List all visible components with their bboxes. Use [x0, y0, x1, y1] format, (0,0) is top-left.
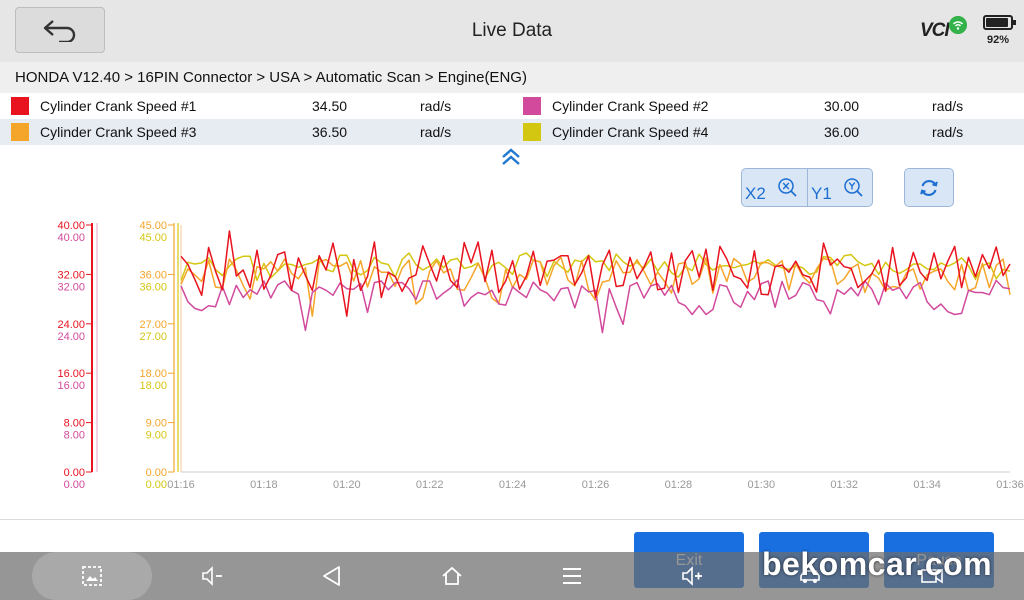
breadcrumb: HONDA V12.40 > 16PIN Connector > USA > A…	[0, 62, 1024, 93]
x-axis-tick-label: 01:18	[250, 479, 278, 491]
y-axis-4-tick-label: 0.00	[146, 479, 167, 491]
y-zoom-button[interactable]: Y1	[808, 169, 872, 206]
x-zoom-button[interactable]: X2	[742, 169, 807, 206]
parameter-row: Cylinder Crank Speed #1 34.50 rad/s Cyli…	[0, 93, 1024, 119]
y-axis-4-tick-label: 18.00	[139, 380, 167, 392]
battery-percent: 92%	[987, 34, 1010, 46]
zoom-x-icon	[778, 178, 797, 197]
y-axis-2-tick-label: 8.00	[64, 430, 85, 442]
refresh-icon	[920, 179, 938, 196]
x-zoom-label: X2	[745, 184, 766, 203]
screenshot-icon	[82, 566, 102, 586]
x-axis-tick-label: 01:20	[333, 479, 361, 491]
parameter-value: 36.50	[312, 124, 348, 140]
y-axis-2-tick-label: 32.00	[57, 281, 85, 293]
divider	[0, 519, 1024, 520]
y-axis-1-tick-label: 40.00	[57, 220, 85, 232]
x-axis-tick-label: 01:30	[748, 479, 776, 491]
y-axis-3-tick-label: 18.00	[139, 368, 167, 380]
parameter-unit: rad/s	[932, 98, 964, 114]
wifi-icon	[949, 16, 967, 34]
parameter-name: Cylinder Crank Speed #1	[40, 98, 197, 114]
parameter-value: 34.50	[312, 98, 348, 114]
parameter-name: Cylinder Crank Speed #2	[552, 98, 709, 114]
parameter-unit: rad/s	[932, 124, 964, 140]
series-line-1	[180, 230, 1011, 317]
double-chevron-up-icon[interactable]	[501, 148, 521, 166]
live-data-chart: 40.0040.00 32.0032.00 24.0024.00 16.0016.00…	[57, 220, 1024, 491]
parameter-row: Cylinder Crank Speed #3 36.50 rad/s Cyli…	[0, 119, 1024, 145]
parameter-name: Cylinder Crank Speed #3	[40, 124, 197, 140]
parameter-value: 36.00	[824, 124, 860, 140]
nav-menu-icon[interactable]	[560, 564, 584, 588]
parameter-name: Cylinder Crank Speed #4	[552, 124, 709, 140]
parameter-unit: rad/s	[420, 98, 452, 114]
y-axis-3-tick-label: 0.00	[146, 467, 167, 479]
x-axis-tick-label: 01:26	[582, 479, 610, 491]
y-axis-1-tick-label: 16.00	[57, 368, 85, 380]
y-axis-2-tick-label: 0.00	[64, 479, 85, 491]
series-color-swatch	[11, 97, 29, 115]
y-axis-4-tick-label: 45.00	[139, 232, 167, 244]
series-color-swatch	[11, 123, 29, 141]
volume-down-icon[interactable]	[200, 564, 224, 588]
nav-back-icon[interactable]	[320, 564, 344, 588]
series-color-swatch	[523, 97, 541, 115]
x-axis-tick-label: 01:32	[830, 479, 858, 491]
y-axis-3-tick-label: 27.00	[139, 319, 167, 331]
x-axis-tick-label: 01:34	[913, 479, 941, 491]
zoom-y-icon	[844, 178, 863, 197]
y-axis-4-tick-label: 9.00	[146, 430, 167, 442]
y-zoom-label: Y1	[811, 184, 832, 203]
parameter-value: 30.00	[824, 98, 860, 114]
x-axis-tick-label: 01:36	[996, 479, 1024, 491]
x-axis-tick-label: 01:24	[499, 479, 527, 491]
y-axis-2-tick-label: 24.00	[57, 331, 85, 343]
x-axis-tick-label: 01:22	[416, 479, 444, 491]
vci-label: VCI	[920, 20, 950, 41]
y-axis-3-tick-label: 36.00	[139, 269, 167, 281]
y-axis-1-tick-label: 0.00	[64, 467, 85, 479]
y-axis-3-tick-label: 9.00	[146, 418, 167, 430]
y-axis-1-tick-label: 8.00	[64, 418, 85, 430]
zoom-controls: X2 Y1	[741, 168, 873, 207]
y-axis-4-tick-label: 36.00	[139, 281, 167, 293]
y-axis-4-tick-label: 27.00	[139, 331, 167, 343]
parameter-unit: rad/s	[420, 124, 452, 140]
nav-home-icon[interactable]	[440, 564, 464, 588]
y-axis-3-tick-label: 45.00	[139, 220, 167, 232]
x-axis-tick-label: 01:16	[167, 479, 195, 491]
page-title: Live Data	[471, 20, 553, 41]
breadcrumb-text: HONDA V12.40 > 16PIN Connector > USA > A…	[15, 69, 527, 86]
series-color-swatch	[523, 123, 541, 141]
y-axis-2-tick-label: 40.00	[57, 232, 85, 244]
battery-icon	[983, 15, 1016, 30]
x-axis-tick-label: 01:28	[665, 479, 693, 491]
refresh-button[interactable]	[904, 168, 954, 207]
volume-up-icon[interactable]	[680, 564, 704, 588]
y-axis-1-tick-label: 32.00	[57, 269, 85, 281]
top-bar: Live Data VCI 92%	[0, 0, 1024, 62]
watermark: bekomcar.com	[762, 546, 993, 582]
y-axis-2-tick-label: 16.00	[57, 380, 85, 392]
y-axis-1-tick-label: 24.00	[57, 319, 85, 331]
